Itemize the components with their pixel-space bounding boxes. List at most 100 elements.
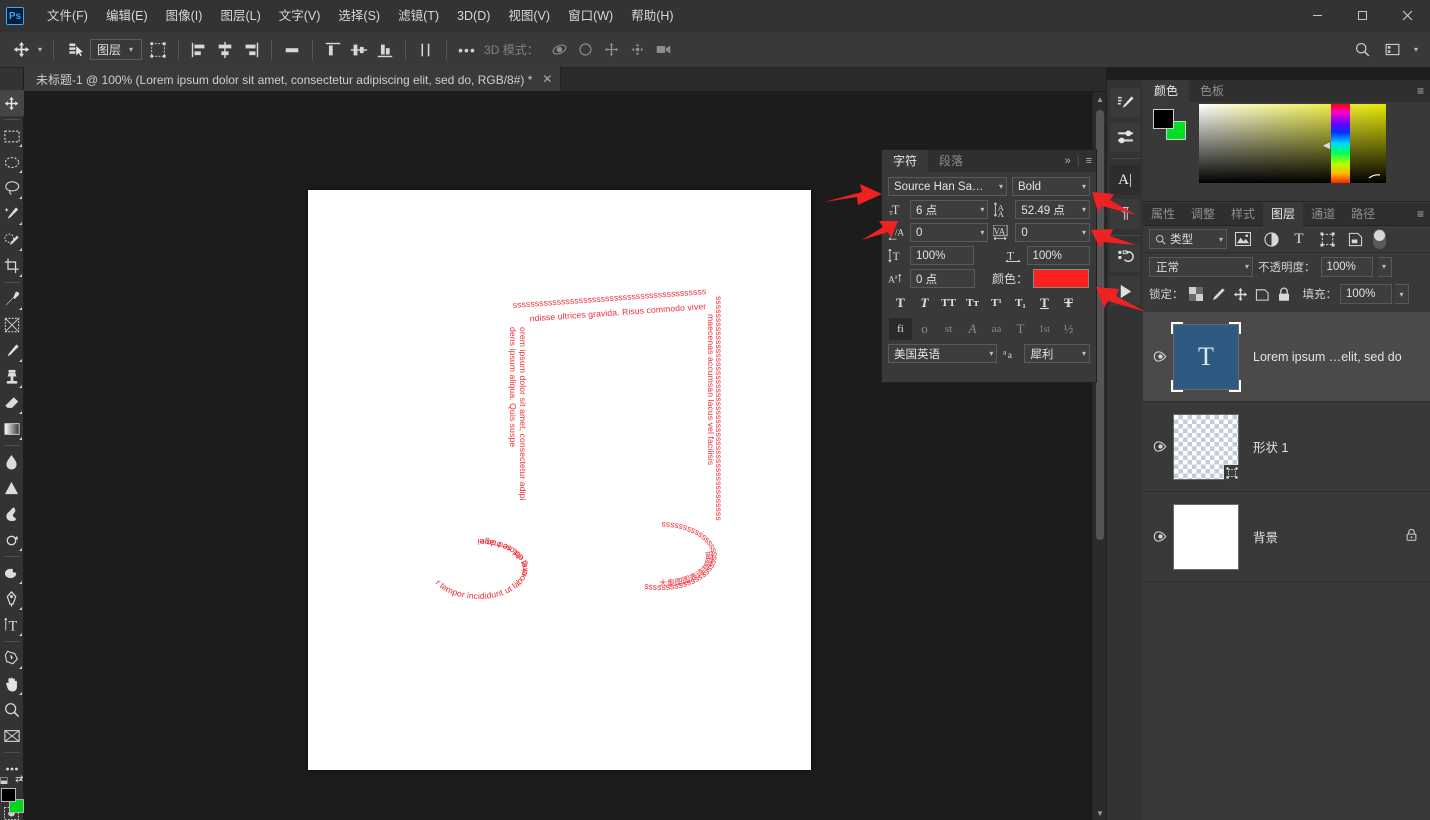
layer-list[interactable]: T Lorem ipsum …elit, sed do 形状 1 背景 bbox=[1143, 312, 1430, 820]
blur-tool[interactable] bbox=[0, 449, 24, 475]
filter-kind-select[interactable]: 类型 ▾ bbox=[1149, 229, 1227, 249]
layer-thumbnail[interactable] bbox=[1173, 504, 1239, 570]
small-caps-button[interactable]: Tᴛ bbox=[961, 292, 984, 314]
language-select[interactable]: 美国英语 ▾ bbox=[888, 344, 997, 363]
lock-transparent-pixels-icon[interactable] bbox=[1187, 284, 1206, 304]
history-brush-tool[interactable] bbox=[0, 527, 24, 553]
color-field[interactable] bbox=[1199, 104, 1386, 183]
smudge-tool[interactable] bbox=[0, 501, 24, 527]
layer-row[interactable]: 背景 bbox=[1143, 492, 1430, 582]
align-right-edges-icon[interactable] bbox=[238, 37, 264, 63]
text-color-swatch[interactable] bbox=[1033, 269, 1089, 288]
layer-name[interactable]: Lorem ipsum …elit, sed do bbox=[1253, 350, 1430, 364]
lock-all-icon[interactable] bbox=[1275, 284, 1294, 304]
auto-select-icon[interactable] bbox=[61, 37, 87, 63]
type-tool[interactable]: T bbox=[0, 612, 24, 638]
brush-tool[interactable] bbox=[0, 338, 24, 364]
chevron-down-icon[interactable]: ▾ bbox=[1410, 45, 1422, 54]
menu-item-6[interactable]: 滤镜(T) bbox=[389, 0, 448, 32]
document-canvas[interactable]: ssssssssssssssssssssssssssssssssssssssss… bbox=[308, 190, 811, 770]
old-style-button[interactable]: aa bbox=[985, 318, 1008, 340]
lock-position-icon[interactable] bbox=[1231, 284, 1250, 304]
align-middle-icon[interactable] bbox=[279, 37, 305, 63]
titling-alternates-button[interactable]: T bbox=[1009, 318, 1032, 340]
minimize-button[interactable] bbox=[1295, 0, 1340, 30]
collapse-icon[interactable]: » bbox=[1065, 155, 1071, 167]
search-icon[interactable] bbox=[1350, 37, 1376, 63]
filter-pixel-icon[interactable] bbox=[1231, 228, 1255, 250]
menu-item-5[interactable]: 选择(S) bbox=[329, 0, 389, 32]
filter-adjustment-icon[interactable] bbox=[1259, 228, 1283, 250]
hue-slider-marker[interactable]: ◀ bbox=[1323, 140, 1330, 151]
filter-enable-toggle[interactable] bbox=[1373, 229, 1386, 249]
layer-name[interactable]: 背景 bbox=[1253, 527, 1405, 546]
standard-ligatures-button[interactable]: fi bbox=[889, 318, 912, 340]
tab-color[interactable]: 颜色 bbox=[1143, 80, 1189, 102]
layer-visibility-eye-icon[interactable] bbox=[1147, 402, 1173, 492]
menu-item-4[interactable]: 文字(V) bbox=[270, 0, 330, 32]
panel-menu-icon[interactable]: ≡ bbox=[1086, 155, 1092, 167]
slide-3d-icon[interactable] bbox=[625, 37, 651, 63]
hand-tool[interactable] bbox=[0, 671, 24, 697]
contextual-alternates-button[interactable]: o bbox=[913, 318, 936, 340]
align-bottom-edges-icon[interactable] bbox=[372, 37, 398, 63]
default-colors-icon[interactable]: ⬓ bbox=[0, 775, 8, 786]
font-style-select[interactable]: Bold ▾ bbox=[1012, 177, 1090, 196]
camera-3d-icon[interactable] bbox=[651, 37, 677, 63]
layer-row[interactable]: T Lorem ipsum …elit, sed do bbox=[1143, 312, 1430, 402]
scroll-up-icon[interactable]: ▲ bbox=[1093, 92, 1107, 106]
superscript-button[interactable]: T¹ bbox=[985, 292, 1008, 314]
tab-4[interactable]: 通道 bbox=[1303, 203, 1343, 226]
character-panel-icon[interactable]: A| bbox=[1110, 165, 1140, 195]
shape-tool[interactable] bbox=[0, 723, 24, 749]
blend-mode-select[interactable]: 正常 ▾ bbox=[1149, 257, 1253, 277]
fill-input[interactable]: 100% bbox=[1340, 284, 1392, 304]
eraser-tool[interactable] bbox=[0, 390, 24, 416]
healing-brush-tool[interactable] bbox=[0, 560, 24, 586]
brushes-panel-icon[interactable] bbox=[1110, 88, 1140, 118]
menu-item-2[interactable]: 图像(I) bbox=[157, 0, 212, 32]
auto-select-scope-select[interactable]: 图层 ▾ bbox=[90, 39, 142, 60]
vertical-scale-input[interactable]: 100% bbox=[910, 246, 974, 265]
subscript-button[interactable]: T₁ bbox=[1009, 292, 1032, 314]
layer-name[interactable]: 形状 1 bbox=[1253, 437, 1430, 456]
scrollbar-thumb[interactable] bbox=[1096, 110, 1104, 540]
all-caps-button[interactable]: TT bbox=[937, 292, 960, 314]
tab-3[interactable]: 图层 bbox=[1263, 203, 1303, 226]
scroll-down-icon[interactable]: ▼ bbox=[1093, 806, 1107, 820]
tab-0[interactable]: 属性 bbox=[1143, 203, 1183, 226]
lasso-tool[interactable] bbox=[0, 175, 24, 201]
anti-alias-select[interactable]: 犀利 ▾ bbox=[1024, 344, 1090, 363]
tab-1[interactable]: 调整 bbox=[1183, 203, 1223, 226]
swap-colors-icon[interactable]: ⇄ bbox=[15, 774, 23, 785]
menu-item-7[interactable]: 3D(D) bbox=[448, 0, 499, 32]
menu-item-8[interactable]: 视图(V) bbox=[499, 0, 559, 32]
pen-tool[interactable] bbox=[0, 586, 24, 612]
filter-type-icon[interactable]: T bbox=[1287, 228, 1311, 250]
menu-item-3[interactable]: 图层(L) bbox=[211, 0, 269, 32]
faux-italic-button[interactable]: T bbox=[913, 292, 936, 314]
eyedropper-tool[interactable] bbox=[0, 286, 24, 312]
dodge-tool[interactable] bbox=[0, 475, 24, 501]
menu-item-9[interactable]: 窗口(W) bbox=[559, 0, 622, 32]
workspace-icon[interactable] bbox=[1380, 37, 1406, 63]
font-size-input[interactable]: 6 点 ▾ bbox=[910, 200, 988, 219]
tab-paragraph[interactable]: 段落 bbox=[928, 150, 974, 172]
document-tab[interactable]: 未标题-1 @ 100% (Lorem ipsum dolor sit amet… bbox=[24, 67, 561, 91]
lock-image-pixels-icon[interactable] bbox=[1209, 284, 1228, 304]
maximize-button[interactable] bbox=[1340, 0, 1385, 30]
foreground-color-swatch[interactable] bbox=[1, 788, 16, 802]
object-selection-tool[interactable] bbox=[0, 227, 24, 253]
zoom-tool[interactable] bbox=[0, 697, 24, 723]
move-tool-preset[interactable]: ▾ bbox=[8, 32, 46, 68]
layer-thumbnail[interactable] bbox=[1173, 414, 1239, 480]
panel-menu-icon[interactable]: ≡ bbox=[1417, 84, 1424, 98]
roll-3d-icon[interactable] bbox=[573, 37, 599, 63]
layer-thumbnail[interactable]: T bbox=[1173, 324, 1239, 390]
clone-stamp-tool[interactable] bbox=[0, 364, 24, 390]
menu-item-10[interactable]: 帮助(H) bbox=[622, 0, 682, 32]
font-family-select[interactable]: Source Han Sa… ▾ bbox=[888, 177, 1007, 196]
tool-preset-caret-icon[interactable]: ▾ bbox=[34, 45, 46, 54]
actions-panel-icon[interactable] bbox=[1110, 276, 1140, 306]
pan-3d-icon[interactable] bbox=[599, 37, 625, 63]
